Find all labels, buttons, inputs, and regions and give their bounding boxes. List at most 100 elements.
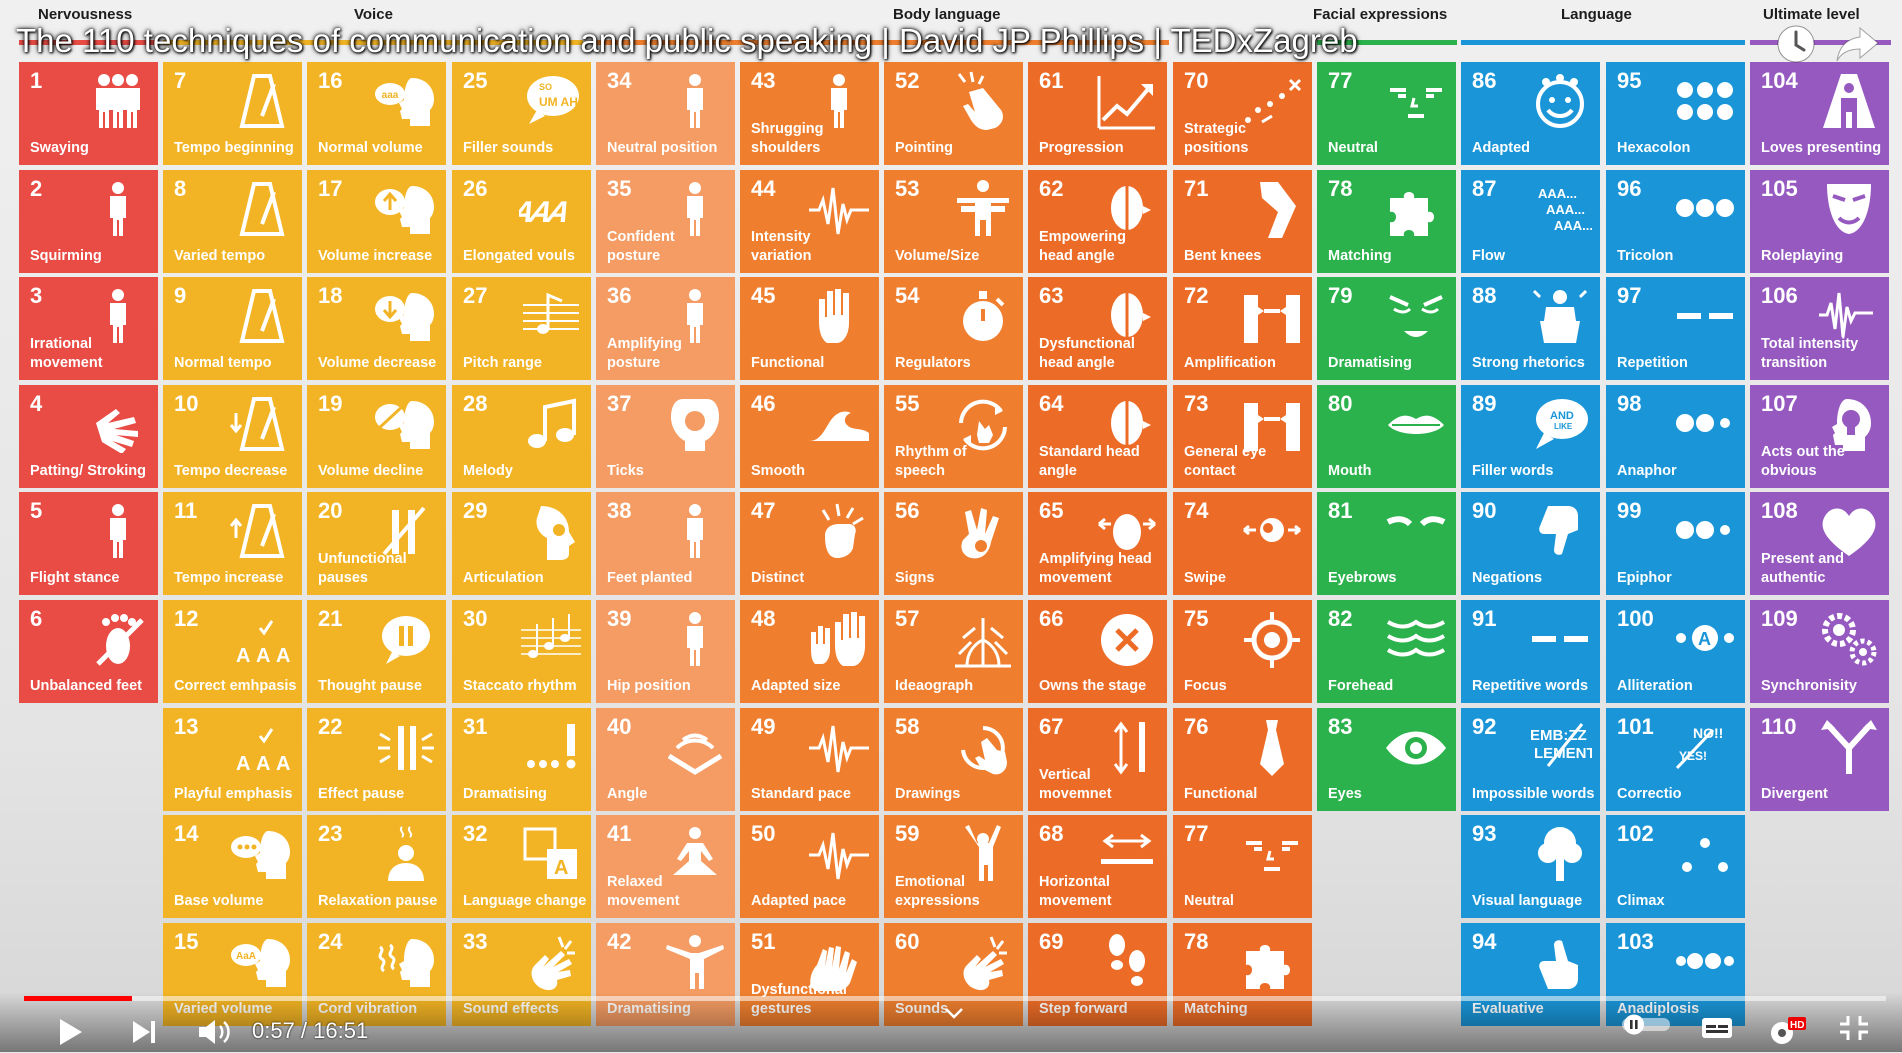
technique-tile-49: 49 Standard pace: [740, 708, 879, 811]
technique-tile-20: 20 Unfunctional pauses: [307, 492, 446, 595]
relaxing-person-icon: [374, 823, 438, 883]
exit-fullscreen-icon[interactable]: [1838, 1014, 1870, 1046]
technique-number: 74: [1184, 498, 1209, 523]
time-display: 0:57 / 16:51: [252, 1018, 369, 1043]
technique-tile-55: 55 Rhythm of speech: [884, 385, 1023, 488]
chevron-down-icon[interactable]: [944, 1006, 964, 1038]
technique-label: Distinct: [751, 570, 805, 586]
technique-number: 78: [1184, 929, 1209, 954]
technique-number: 17: [318, 176, 343, 201]
three-dots-icon: [1673, 178, 1737, 238]
technique-tile-16: 16 aaa Normal volume: [307, 62, 446, 165]
technique-label: Volume decrease: [318, 355, 437, 371]
technique-label: Unbalanced feet: [30, 678, 142, 694]
volume-down-head-icon: [374, 285, 438, 345]
technique-label: Neutral: [1328, 140, 1378, 156]
technique-number: 12: [174, 606, 199, 631]
technique-label: Dramatising: [1328, 355, 1412, 371]
play-icon[interactable]: [56, 1016, 86, 1048]
technique-number: 93: [1472, 821, 1497, 846]
technique-tile-36: 36 Amplifying posture: [596, 277, 735, 380]
next-icon[interactable]: [130, 1016, 160, 1048]
technique-tile-7: 7 Tempo beginning: [163, 62, 302, 165]
technique-label: Confident posture: [607, 229, 675, 264]
share-icon[interactable]: [1836, 24, 1880, 69]
technique-label: Functional: [1184, 786, 1258, 802]
technique-number: 101: [1617, 714, 1654, 739]
technique-number: 109: [1761, 606, 1798, 631]
technique-label: Normal tempo: [174, 355, 272, 371]
technique-label: Impossible words: [1472, 786, 1595, 802]
forehead-lines-icon: [1384, 608, 1448, 668]
technique-label: Loves presenting: [1761, 140, 1882, 156]
technique-number: 42: [607, 929, 632, 954]
staccato-notes-icon: [519, 608, 583, 668]
autoplay-toggle[interactable]: [1620, 1012, 1672, 1044]
technique-tile-73: 73 General eye contact: [1173, 385, 1312, 488]
technique-number: 54: [895, 283, 920, 308]
technique-label: Feet planted: [607, 570, 693, 586]
technique-label: Anaphor: [1617, 463, 1677, 479]
technique-label: Standard pace: [751, 786, 851, 802]
progress-bar[interactable]: [24, 996, 1886, 1001]
technique-number: 63: [1039, 283, 1064, 308]
video-frame[interactable]: Nervousness Voice Body language Facial e…: [0, 0, 1902, 1052]
technique-number: 11: [174, 498, 198, 523]
technique-number: 97: [1617, 283, 1642, 308]
technique-tile-4: 4 Patting/ Stroking: [19, 385, 158, 488]
technique-tile-79: 79 Dramatising: [1317, 277, 1456, 380]
subtitles-icon[interactable]: [1700, 1014, 1734, 1046]
technique-label: Volume decline: [318, 463, 424, 479]
facing-heads-icon: [1240, 285, 1304, 345]
technique-label: Melody: [463, 463, 513, 479]
technique-tile-75: 75 Focus: [1173, 600, 1312, 703]
technique-tile-68: 68 Horizontal movement: [1028, 815, 1167, 918]
technique-number: 21: [318, 606, 343, 631]
technique-tile-32: 32 A Language change: [452, 815, 591, 918]
technique-number: 47: [751, 498, 776, 523]
progress-fill: [24, 996, 132, 1001]
technique-tile-2: 2 Squirming: [19, 170, 158, 273]
technique-label: Patting/ Stroking: [30, 463, 146, 479]
technique-tile-35: 35 Confident posture: [596, 170, 735, 273]
technique-tile-64: 64 Standard head angle: [1028, 385, 1167, 488]
technique-tile-34: 34 Neutral position: [596, 62, 735, 165]
group-people-icon: [86, 70, 150, 130]
volume-up-head-icon: [374, 178, 438, 238]
category-language: Language: [1561, 6, 1632, 23]
technique-number: 4: [30, 391, 43, 416]
technique-label: Rhythm of speech: [895, 444, 967, 479]
speech-head-icon: [230, 823, 294, 883]
podium-speaker-icon: [1528, 285, 1592, 345]
technique-number: 31: [463, 714, 488, 739]
technique-tile-91: 91 Repetitive words: [1461, 600, 1600, 703]
snapping-hand-icon: [519, 931, 583, 991]
video-title[interactable]: The 110 techniques of communication and …: [16, 22, 1358, 60]
technique-tile-99: 99 Epiphor: [1606, 492, 1745, 595]
technique-tile-107: 107 Acts out the obvious: [1750, 385, 1889, 488]
thumbs-up-icon: [1528, 931, 1592, 991]
watch-later-icon[interactable]: [1774, 22, 1818, 71]
technique-label: Progression: [1039, 140, 1124, 156]
metronome-icon: [230, 178, 294, 238]
technique-tile-11: 11 Tempo increase: [163, 492, 302, 595]
technique-number: 29: [463, 498, 488, 523]
hd-badge: HD: [1790, 1020, 1805, 1031]
stretched-letters-icon: AAA: [519, 178, 583, 238]
technique-number: 70: [1184, 68, 1209, 93]
technique-label: Mouth: [1328, 463, 1372, 479]
technique-tile-44: 44 Intensity variation: [740, 170, 879, 273]
head-tick-icon: [663, 393, 727, 453]
technique-tile-72: 72 Amplification: [1173, 277, 1312, 380]
technique-number: 106: [1761, 283, 1798, 308]
technique-number: 96: [1617, 176, 1642, 201]
volume-icon[interactable]: [196, 1016, 232, 1048]
target-icon: [1240, 608, 1304, 668]
drawing-hand-icon: [951, 716, 1015, 776]
technique-number: 16: [318, 68, 343, 93]
vibration-head-icon: [374, 931, 438, 991]
technique-number: 34: [607, 68, 632, 93]
technique-tile-104: 104 Loves presenting: [1750, 62, 1889, 165]
close-circle-icon: [1095, 608, 1159, 668]
technique-label: Staccato rhythm: [463, 678, 577, 694]
